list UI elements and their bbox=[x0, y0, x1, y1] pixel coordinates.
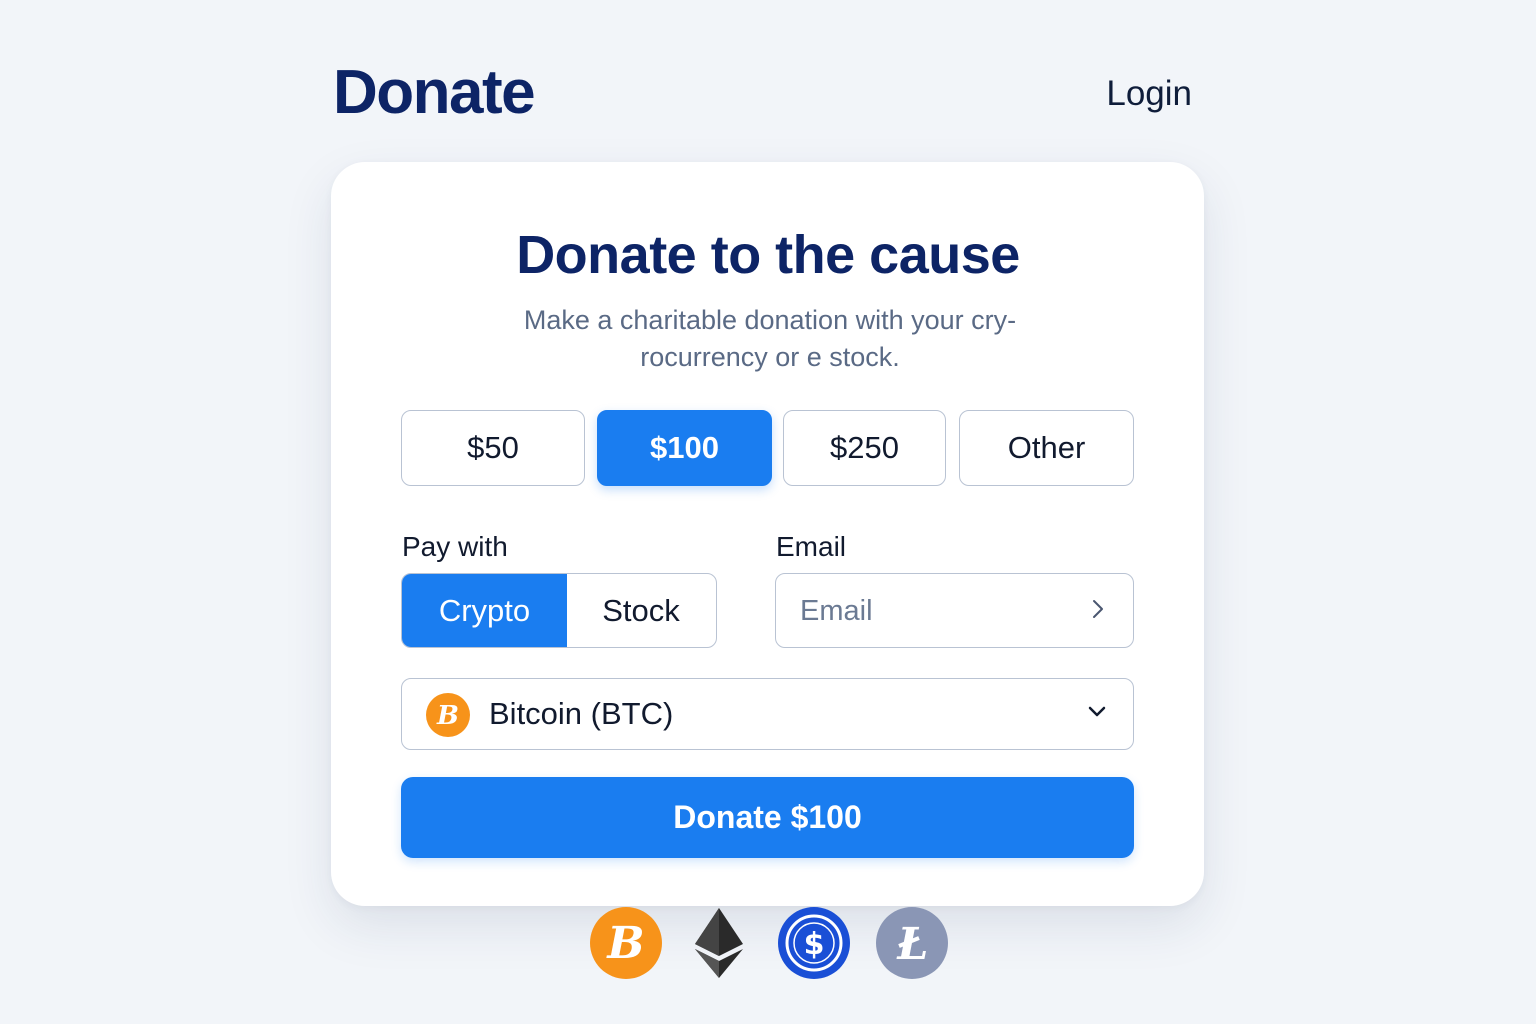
litecoin-icon: L bbox=[876, 907, 948, 979]
bitcoin-icon: B bbox=[590, 907, 662, 979]
currency-select-value: Bitcoin (BTC) bbox=[489, 696, 674, 731]
ethereum-icon bbox=[695, 908, 743, 978]
login-link[interactable]: Login bbox=[1106, 72, 1192, 116]
amount-other-button[interactable]: Other bbox=[959, 410, 1134, 486]
card-subtitle: Make a charitable donation with your cry… bbox=[470, 302, 1070, 376]
card-subtitle-line-1: Make a charitable donation with your cry… bbox=[523, 305, 1017, 335]
card-subtitle-line-2: rocurrency or e stock. bbox=[640, 342, 900, 372]
pay-crypto-option[interactable]: Crypto bbox=[402, 574, 567, 647]
pay-with-label: Pay with bbox=[402, 531, 508, 562]
email-label: Email bbox=[776, 531, 847, 562]
email-field-container bbox=[775, 573, 1134, 648]
donate-submit-button[interactable]: Donate $100 bbox=[401, 777, 1134, 858]
currency-select[interactable]: B Bitcoin (BTC) bbox=[401, 678, 1134, 750]
amount-50-button[interactable]: $50 bbox=[401, 410, 585, 486]
bitcoin-icon: B bbox=[426, 693, 470, 737]
amount-250-button[interactable]: $250 bbox=[783, 410, 946, 486]
svg-text:B: B bbox=[605, 918, 644, 969]
supported-coins: B $ L bbox=[0, 906, 1536, 980]
amount-options: $50 $100 $250 Other bbox=[401, 410, 1134, 488]
amount-100-button[interactable]: $100 bbox=[597, 410, 772, 486]
pay-stock-option[interactable]: Stock bbox=[567, 574, 715, 647]
svg-text:$: $ bbox=[804, 927, 825, 962]
email-field[interactable] bbox=[798, 588, 1072, 634]
card-title: Donate to the cause bbox=[516, 225, 1020, 285]
chevron-down-icon bbox=[1088, 706, 1106, 717]
pay-with-toggle: Crypto Stock bbox=[401, 573, 717, 648]
usdc-icon: $ bbox=[778, 907, 850, 979]
chevron-right-icon[interactable] bbox=[1091, 598, 1105, 620]
brand-logo[interactable]: Donate bbox=[333, 56, 536, 130]
donation-page: Donate Login Donate to the cause Make a … bbox=[0, 0, 1536, 1024]
svg-text:B: B bbox=[436, 701, 459, 731]
